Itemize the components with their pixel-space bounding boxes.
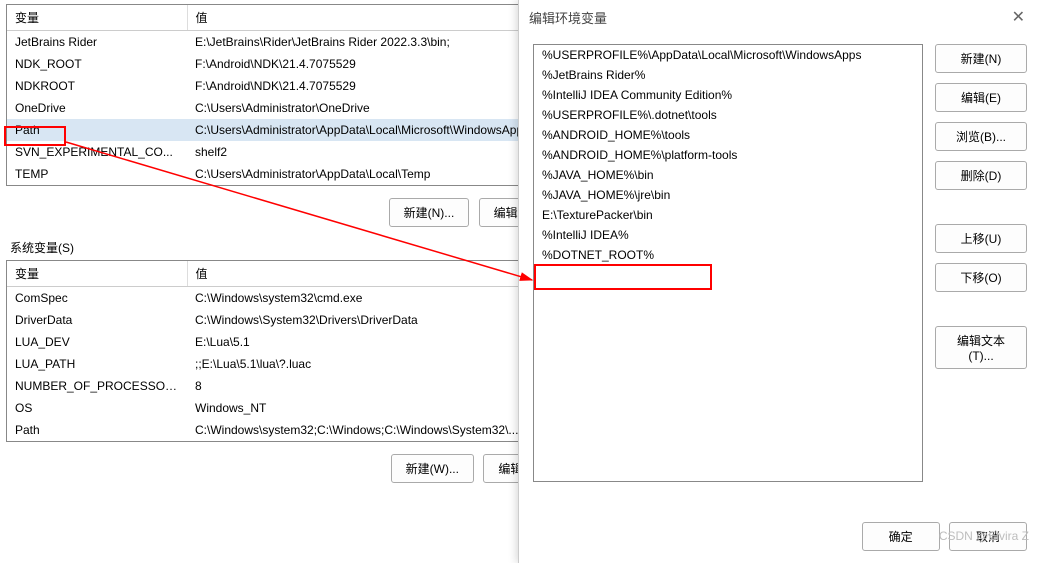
- var-name-cell: NDKROOT: [7, 75, 187, 97]
- list-item[interactable]: %ANDROID_HOME%\platform-tools: [534, 145, 922, 165]
- var-name-cell: NUMBER_OF_PROCESSORS: [7, 375, 187, 397]
- path-edittext-button[interactable]: 编辑文本(T)...: [935, 326, 1027, 369]
- path-movedown-button[interactable]: 下移(O): [935, 263, 1027, 292]
- var-name-cell: Path: [7, 119, 187, 141]
- list-item[interactable]: %USERPROFILE%\AppData\Local\Microsoft\Wi…: [534, 45, 922, 65]
- edit-path-dialog: 编辑环境变量 ✕ %USERPROFILE%\AppData\Local\Mic…: [518, 0, 1041, 563]
- dialog-cancel-button[interactable]: 取消: [949, 522, 1027, 551]
- var-name-cell: OneDrive: [7, 97, 187, 119]
- list-item[interactable]: %IntelliJ IDEA%: [534, 225, 922, 245]
- dialog-footer: 确定 取消: [856, 522, 1027, 551]
- list-item[interactable]: %JAVA_HOME%\bin: [534, 165, 922, 185]
- path-edit-button[interactable]: 编辑(E): [935, 83, 1027, 112]
- list-item[interactable]: E:\TexturePacker\bin: [534, 205, 922, 225]
- list-item[interactable]: %USERPROFILE%\.dotnet\tools: [534, 105, 922, 125]
- var-name-cell: Path: [7, 419, 187, 441]
- var-name-cell: NDK_ROOT: [7, 53, 187, 75]
- list-item[interactable]: %DOTNET_ROOT%: [534, 245, 922, 265]
- path-delete-button[interactable]: 删除(D): [935, 161, 1027, 190]
- dialog-ok-button[interactable]: 确定: [862, 522, 940, 551]
- var-name-cell: LUA_PATH: [7, 353, 187, 375]
- dialog-titlebar: 编辑环境变量 ✕: [519, 0, 1041, 34]
- close-icon[interactable]: ✕: [1006, 5, 1031, 29]
- sys-new-button[interactable]: 新建(W)...: [391, 454, 474, 483]
- path-new-button[interactable]: 新建(N): [935, 44, 1027, 73]
- var-name-cell: ComSpec: [7, 287, 187, 310]
- list-item[interactable]: %JAVA_HOME%\jre\bin: [534, 185, 922, 205]
- path-list[interactable]: %USERPROFILE%\AppData\Local\Microsoft\Wi…: [533, 44, 923, 482]
- var-name-cell: DriverData: [7, 309, 187, 331]
- side-buttons: 新建(N) 编辑(E) 浏览(B)... 删除(D) 上移(U) 下移(O) 编…: [935, 44, 1027, 482]
- list-item[interactable]: %JetBrains Rider%: [534, 65, 922, 85]
- dialog-title: 编辑环境变量: [529, 8, 607, 27]
- path-browse-button[interactable]: 浏览(B)...: [935, 122, 1027, 151]
- var-name-cell: TEMP: [7, 163, 187, 185]
- path-moveup-button[interactable]: 上移(U): [935, 224, 1027, 253]
- var-name-cell: JetBrains Rider: [7, 31, 187, 54]
- list-item[interactable]: %ANDROID_HOME%\tools: [534, 125, 922, 145]
- var-name-cell: SVN_EXPERIMENTAL_CO...: [7, 141, 187, 163]
- var-name-cell: OS: [7, 397, 187, 419]
- user-new-button[interactable]: 新建(N)...: [389, 198, 470, 227]
- list-item[interactable]: %IntelliJ IDEA Community Edition%: [534, 85, 922, 105]
- var-name-cell: LUA_DEV: [7, 331, 187, 353]
- sys-header-var: 变量: [7, 261, 187, 287]
- user-header-var: 变量: [7, 5, 187, 31]
